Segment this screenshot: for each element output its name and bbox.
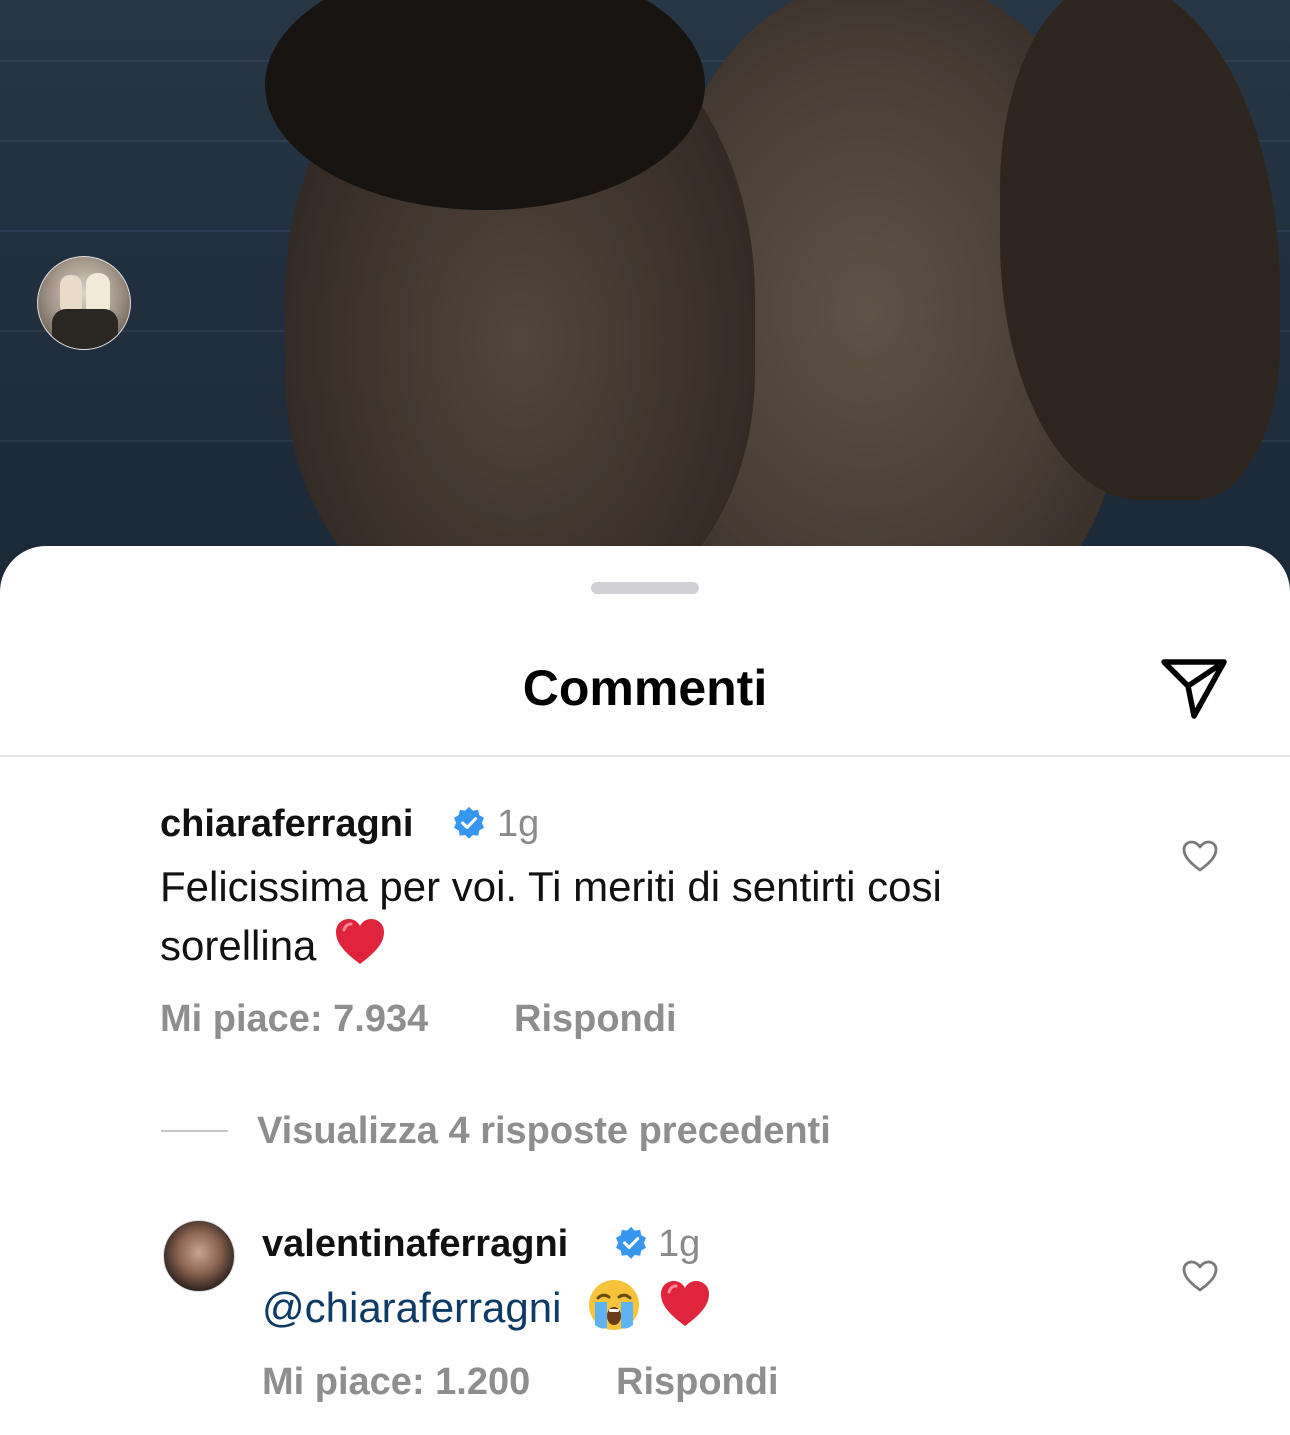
verified-badge-icon [616,1226,646,1259]
reply-likes-count[interactable]: Mi piace: 1.200 [262,1360,530,1404]
comment-username[interactable]: chiaraferragni [160,802,413,846]
post-photo-background [0,0,1290,600]
comment-likes-count[interactable]: Mi piace: 7.934 [160,997,428,1041]
comment-text-line2: sorellina [160,922,317,969]
comment-like-button[interactable] [1178,834,1222,878]
reply-mention-link[interactable]: @chiaraferragni [262,1284,561,1331]
reply-text: @chiaraferragni [262,1278,962,1337]
comment-timestamp: 1g [497,803,540,845]
reply-timestamp: 1g [658,1223,701,1265]
comment-text: Felicissima per voi. Ti meriti di sentir… [160,858,1140,975]
sheet-title: Commenti [522,660,768,716]
view-previous-replies-button[interactable]: Visualizza 4 risposte precedenti [257,1109,831,1153]
reply-like-button[interactable] [1178,1254,1222,1298]
share-button[interactable] [1156,656,1232,722]
reply-reply-button[interactable]: Rispondi [616,1360,779,1404]
comment-reply-button[interactable]: Rispondi [514,997,677,1041]
header-divider [0,755,1290,757]
verified-badge-icon [454,806,484,839]
replies-divider-line [161,1130,228,1132]
red-heart-emoji-icon [336,919,385,964]
loudly-crying-face-emoji-icon [589,1280,640,1330]
comment-text-line1: Felicissima per voi. Ti meriti di sentir… [160,863,942,910]
red-heart-emoji-icon [660,1281,709,1326]
avatar-valentinaferragni[interactable] [163,1220,235,1292]
sheet-grabber-handle[interactable] [591,582,699,594]
send-icon [1161,659,1227,719]
heart-outline-icon [1182,1260,1218,1292]
avatar-chiaraferragni[interactable] [37,256,131,350]
reply-username[interactable]: valentinaferragni [262,1222,568,1266]
heart-outline-icon [1182,840,1218,872]
